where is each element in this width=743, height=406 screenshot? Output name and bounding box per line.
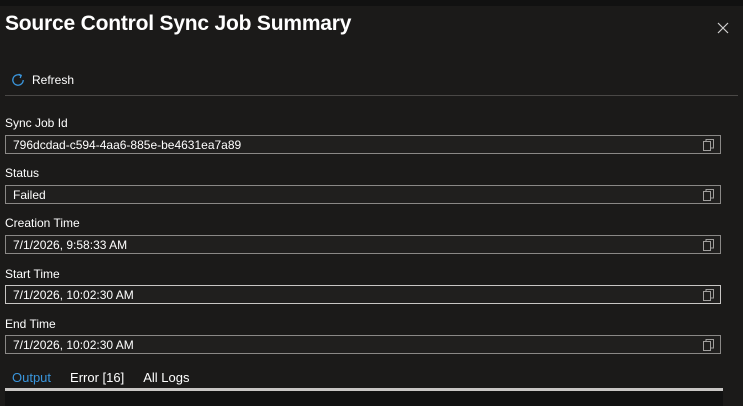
sync-job-id-value: 796dcdad-c594-4aa6-885e-be4631ea7a89 [13, 137, 242, 152]
copy-icon [702, 138, 714, 151]
close-icon [717, 22, 729, 34]
panel-title: Source Control Sync Job Summary [5, 12, 352, 35]
tab-output[interactable]: Output [12, 370, 51, 385]
copy-status-button[interactable] [700, 187, 716, 203]
refresh-label: Refresh [32, 73, 75, 87]
status-label: Status [5, 166, 40, 180]
copy-icon [702, 188, 714, 201]
creation-time-label: Creation Time [5, 216, 80, 230]
status-field[interactable]: Failed [5, 185, 721, 204]
refresh-icon [12, 73, 24, 86]
status-value: Failed [13, 187, 46, 202]
copy-end-time-button[interactable] [700, 337, 716, 353]
copy-icon [702, 338, 714, 351]
creation-time-field[interactable]: 7/1/2026, 9:58:33 AM [5, 235, 721, 254]
copy-sync-job-id-button[interactable] [700, 137, 716, 153]
tab-error[interactable]: Error [16] [70, 370, 124, 385]
close-button[interactable] [712, 17, 734, 39]
top-edge [0, 0, 743, 6]
tab-all-logs[interactable]: All Logs [143, 370, 189, 385]
sync-job-id-field[interactable]: 796dcdad-c594-4aa6-885e-be4631ea7a89 [5, 135, 721, 154]
log-tabs: Output Error [16] All Logs [12, 370, 208, 385]
copy-icon [702, 238, 714, 251]
copy-start-time-button[interactable] [700, 287, 716, 303]
copy-creation-time-button[interactable] [700, 237, 716, 253]
log-output-area [5, 391, 723, 406]
refresh-button[interactable]: Refresh [10, 70, 74, 90]
sync-job-id-label: Sync Job Id [5, 116, 68, 130]
copy-icon [702, 288, 714, 301]
end-time-field[interactable]: 7/1/2026, 10:02:30 AM [5, 335, 721, 354]
start-time-value: 7/1/2026, 10:02:30 AM [13, 287, 134, 302]
end-time-label: End Time [5, 317, 56, 331]
end-time-value: 7/1/2026, 10:02:30 AM [13, 337, 134, 352]
start-time-field[interactable]: 7/1/2026, 10:02:30 AM [5, 285, 721, 304]
start-time-label: Start Time [5, 267, 60, 281]
creation-time-value: 7/1/2026, 9:58:33 AM [13, 237, 128, 252]
toolbar-divider [5, 95, 738, 96]
